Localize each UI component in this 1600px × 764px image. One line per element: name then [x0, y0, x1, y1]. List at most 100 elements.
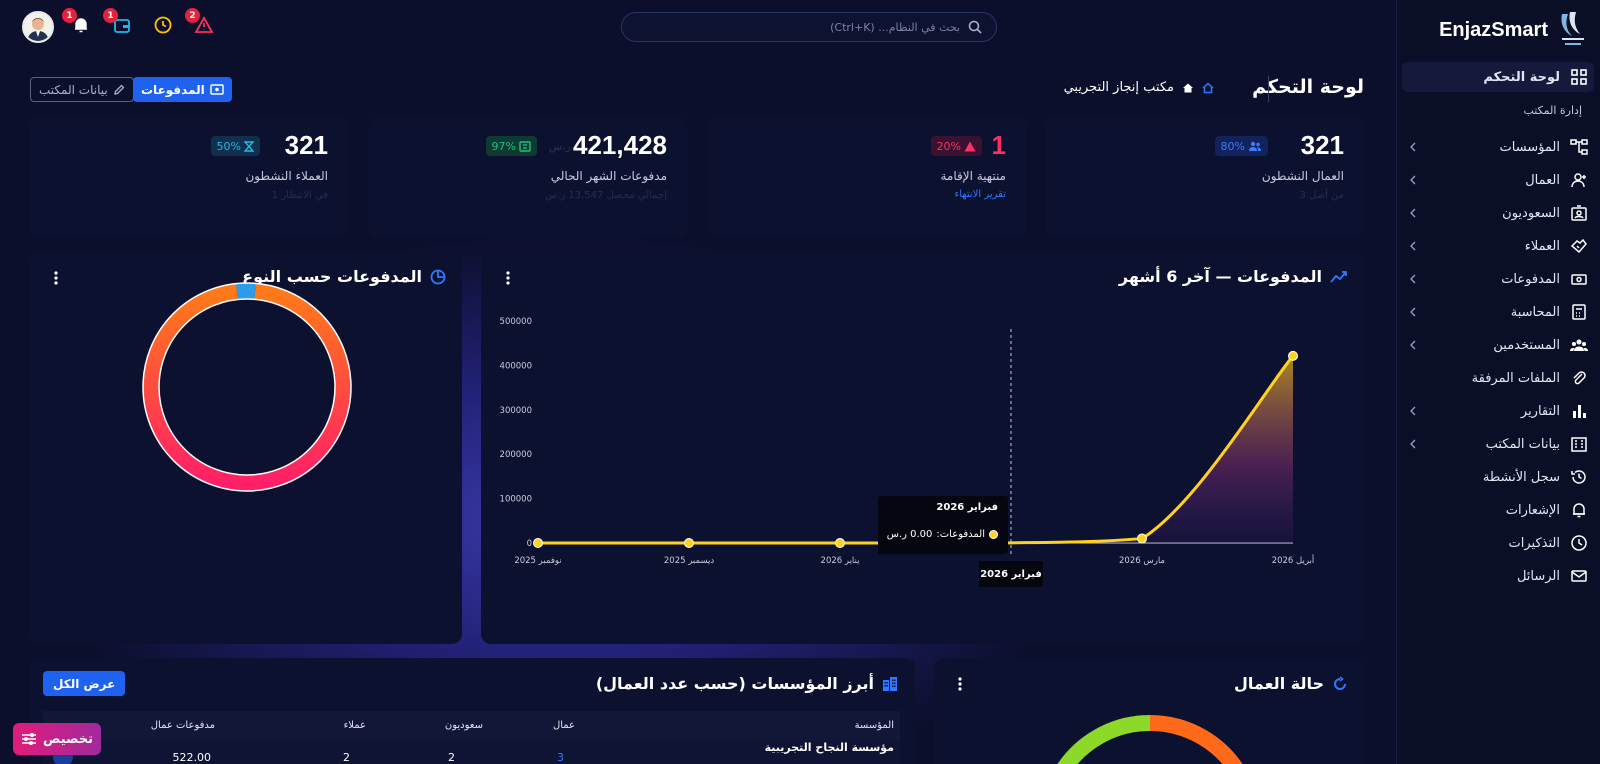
donut-slice-green [1057, 715, 1151, 764]
tooltip-series-dot [989, 530, 998, 539]
stat-percent-badge: 97% [485, 136, 537, 156]
house-icon [1183, 83, 1193, 92]
sidebar-item-label: الإشعارات [1505, 502, 1560, 518]
handshake-icon [1570, 238, 1587, 254]
payments-chart-title: المدفوعات — آخر 6 أشهر [1119, 267, 1348, 286]
sidebar: EnjazSmart لوحة التحكم إدارة المكتب المؤ… [1396, 0, 1600, 764]
refresh-circle-icon [1334, 675, 1346, 690]
sidebar-item-office-data[interactable]: بيانات المكتب [1402, 429, 1594, 459]
office-data-button-label: بيانات المكتب [39, 82, 108, 97]
stat-percent: 97% [491, 139, 516, 153]
pencil-icon [113, 84, 125, 95]
notifications-badge: 1 [62, 8, 77, 23]
kebab-menu-icon[interactable] [53, 270, 59, 286]
building-icon [883, 676, 897, 691]
stat-label: مدفوعات الشهر الحالي [550, 169, 667, 183]
stat-value: 321 [284, 130, 328, 160]
tooltip-title: فبراير 2026 [936, 502, 998, 513]
wallet-button[interactable]: 1 [103, 8, 133, 36]
column-header[interactable]: المؤسسة [855, 720, 894, 731]
breadcrumb-office[interactable]: مكتب إنجاز التجريبي [1064, 80, 1174, 95]
data-point[interactable] [684, 538, 694, 548]
payments-line-chart: 0 100000 200000 300000 400000 500000 نوفمبر 2… [500, 317, 1315, 566]
column-header[interactable]: عملاء [344, 720, 366, 731]
sidebar-item-organizations[interactable]: المؤسسات [1402, 132, 1594, 162]
org-name-cell[interactable]: مؤسسة النجاح التجريبية [765, 741, 894, 754]
sidebar-item-activity-log[interactable]: سجل الأنشطة [1402, 462, 1594, 492]
sidebar-item-label: المستخدمين [1493, 337, 1560, 353]
sidebar-item-label: الملفات المرفقة [1471, 370, 1560, 386]
tooltip-value: 0.00 ر.س [886, 529, 933, 540]
column-header[interactable]: سعوديون [445, 720, 483, 731]
stat-card-active-clients: 321 50% العملاء النشطون في الانتظار 1 [30, 116, 348, 238]
donut-border [158, 298, 336, 476]
sidebar-item-attachments[interactable]: الملفات المرفقة [1402, 363, 1594, 393]
global-search[interactable] [621, 12, 997, 42]
payments-button[interactable]: المدفوعات [133, 77, 232, 102]
sidebar-item-users[interactable]: المستخدمين [1402, 330, 1594, 360]
column-header[interactable]: عمال [553, 720, 575, 731]
trend-up-icon [1330, 270, 1347, 283]
y-tick-label: 0 [527, 539, 532, 549]
data-point[interactable] [835, 538, 845, 548]
data-point[interactable] [533, 538, 543, 548]
sidebar-item-reminders[interactable]: التذكيرات [1402, 528, 1594, 558]
y-tick-label: 100000 [500, 495, 532, 505]
chevron-left-icon [1410, 142, 1416, 152]
view-all-button[interactable]: عرض الكل [43, 671, 126, 696]
org-icon [1570, 139, 1588, 155]
kebab-menu-icon[interactable] [505, 270, 511, 286]
data-point[interactable] [1137, 533, 1147, 544]
sidebar-item-workers[interactable]: العمال [1402, 165, 1594, 195]
sidebar-item-notifications[interactable]: الإشعارات [1402, 495, 1594, 525]
bar-chart-icon [1573, 405, 1586, 418]
chart-title-text: أبرز المؤسسات (حسب عدد العمال) [595, 674, 874, 693]
expiry-report-link[interactable]: تقرير الانتهاء [955, 189, 1006, 200]
alerts-button[interactable]: 2 [185, 8, 215, 36]
sidebar-item-messages[interactable]: الرسائل [1402, 561, 1594, 591]
sidebar-item-saudis[interactable]: السعوديون [1402, 198, 1594, 228]
customize-button[interactable]: تخصيص [13, 723, 101, 755]
sidebar-item-dashboard[interactable]: لوحة التحكم [1402, 62, 1594, 92]
stat-percent-badge: 80% [1214, 136, 1268, 156]
sidebar-item-reports[interactable]: التقارير [1402, 396, 1594, 426]
mail-icon [1571, 570, 1587, 582]
search-input[interactable] [636, 20, 960, 34]
pie-chart-icon [430, 269, 446, 284]
stat-label: منتهية الإقامة [940, 169, 1006, 183]
stat-label: العمال النشطون [1261, 169, 1344, 183]
chevron-left-icon [1410, 175, 1416, 185]
stat-value: 1 [991, 130, 1006, 160]
brand[interactable]: EnjazSmart [1400, 10, 1590, 50]
money-icon [1571, 274, 1587, 285]
payments-cell: 522.00 [172, 751, 212, 764]
id-card-icon [1571, 205, 1587, 221]
notifications-button[interactable]: 1 [62, 8, 92, 36]
stat-percent-badge: 20% [930, 136, 982, 156]
title-divider [1268, 76, 1269, 102]
users-icon [1249, 141, 1261, 151]
office-data-button[interactable]: بيانات المكتب [30, 77, 134, 102]
x-tick-label: أبريل 2026 [1272, 554, 1315, 566]
payments-type-donut [142, 282, 352, 492]
sidebar-item-clients[interactable]: العملاء [1402, 231, 1594, 261]
saudis-cell: 2 [448, 751, 455, 764]
sidebar-item-label: المؤسسات [1499, 139, 1561, 155]
donut-slice[interactable] [143, 283, 351, 491]
table-row[interactable]: مؤسسة النجاح التجريبية 3 2 2 522.00 [43, 741, 900, 764]
donut-slice[interactable] [236, 283, 256, 300]
kebab-menu-icon[interactable] [957, 676, 963, 692]
home-icon[interactable] [1202, 81, 1214, 94]
reminders-button[interactable] [152, 14, 174, 36]
sidebar-item-accounting[interactable]: المحاسبة [1402, 297, 1594, 327]
column-header[interactable]: مدفوعات عمال [151, 720, 215, 731]
sidebar-item-payments[interactable]: المدفوعات [1402, 264, 1594, 294]
wallet-badge: 1 [103, 8, 118, 23]
avatar[interactable] [22, 11, 54, 43]
sidebar-item-label: التذكيرات [1508, 535, 1560, 551]
y-tick-label: 200000 [500, 450, 532, 460]
data-point[interactable] [1288, 350, 1298, 361]
worker-icon [1571, 173, 1586, 188]
chart-title-text: المدفوعات — آخر 6 أشهر [1118, 267, 1322, 286]
users-icon [1570, 339, 1588, 351]
